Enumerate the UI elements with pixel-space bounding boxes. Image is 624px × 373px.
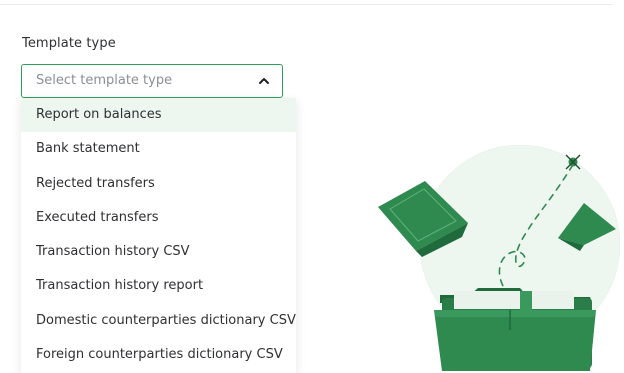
option-foreign-counterparties-csv[interactable]: Foreign counterparties dictionary CSV xyxy=(21,338,296,372)
option-domestic-counterparties-csv[interactable]: Domestic counterparties dictionary CSV xyxy=(21,304,296,338)
option-report-on-balances[interactable]: Report on balances xyxy=(21,98,296,133)
template-form: Template type Select template type Repor… xyxy=(0,0,624,373)
chevron-up-icon xyxy=(259,78,269,84)
option-bank-statement[interactable]: Bank statement xyxy=(21,132,296,166)
template-type-dropdown: Report on balances Bank statement Reject… xyxy=(21,98,296,373)
option-transaction-history-csv[interactable]: Transaction history CSV xyxy=(21,235,296,269)
folder-with-money-illustration xyxy=(378,145,620,371)
option-transaction-history-report[interactable]: Transaction history report xyxy=(21,269,296,303)
top-divider xyxy=(0,4,612,5)
option-rejected-transfers[interactable]: Rejected transfers xyxy=(21,167,296,201)
template-type-label: Template type xyxy=(22,36,116,51)
option-executed-transfers[interactable]: Executed transfers xyxy=(21,201,296,235)
template-type-select[interactable]: Select template type xyxy=(21,64,283,98)
folder xyxy=(434,288,596,371)
select-placeholder: Select template type xyxy=(36,73,173,88)
